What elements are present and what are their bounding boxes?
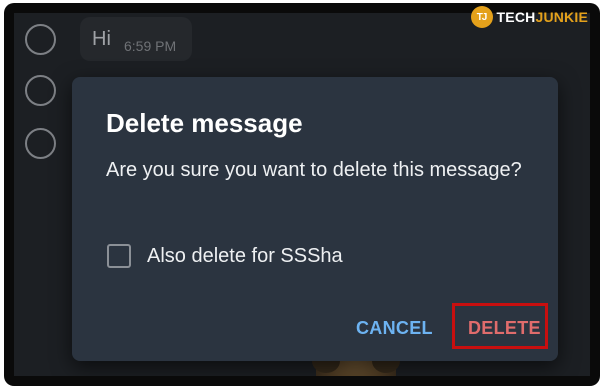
techjunkie-logo: TJ TECHJUNKIE: [470, 4, 588, 30]
message-select-circle[interactable]: [25, 24, 56, 55]
message-bubble[interactable]: Hi 6:59 PM: [80, 17, 192, 61]
also-delete-option[interactable]: Also delete for SSSha: [107, 244, 343, 268]
message-time: 6:59 PM: [124, 38, 177, 54]
chat-screen: Hi 6:59 PM Delete message Are you sure y…: [14, 13, 590, 376]
also-delete-checkbox[interactable]: [107, 244, 131, 268]
dialog-title: Delete message: [106, 108, 303, 138]
message-select-circle[interactable]: [25, 128, 56, 159]
dialog-message: Are you sure you want to delete this mes…: [106, 159, 522, 181]
logo-suffix: JUNKIE: [535, 9, 588, 25]
screenshot-frame: Hi 6:59 PM Delete message Are you sure y…: [4, 3, 600, 386]
also-delete-label[interactable]: Also delete for SSSha: [147, 245, 343, 268]
logo-prefix: TECH: [496, 9, 536, 25]
message-text: Hi: [92, 28, 111, 50]
tj-logo-icon: TJ: [470, 6, 493, 28]
logo-wordmark: TECHJUNKIE: [497, 9, 588, 25]
message-select-circle[interactable]: [25, 75, 56, 106]
delete-button[interactable]: DELETE: [468, 318, 541, 339]
cancel-button[interactable]: CANCEL: [356, 318, 433, 339]
delete-message-dialog: Delete message Are you sure you want to …: [72, 77, 558, 361]
